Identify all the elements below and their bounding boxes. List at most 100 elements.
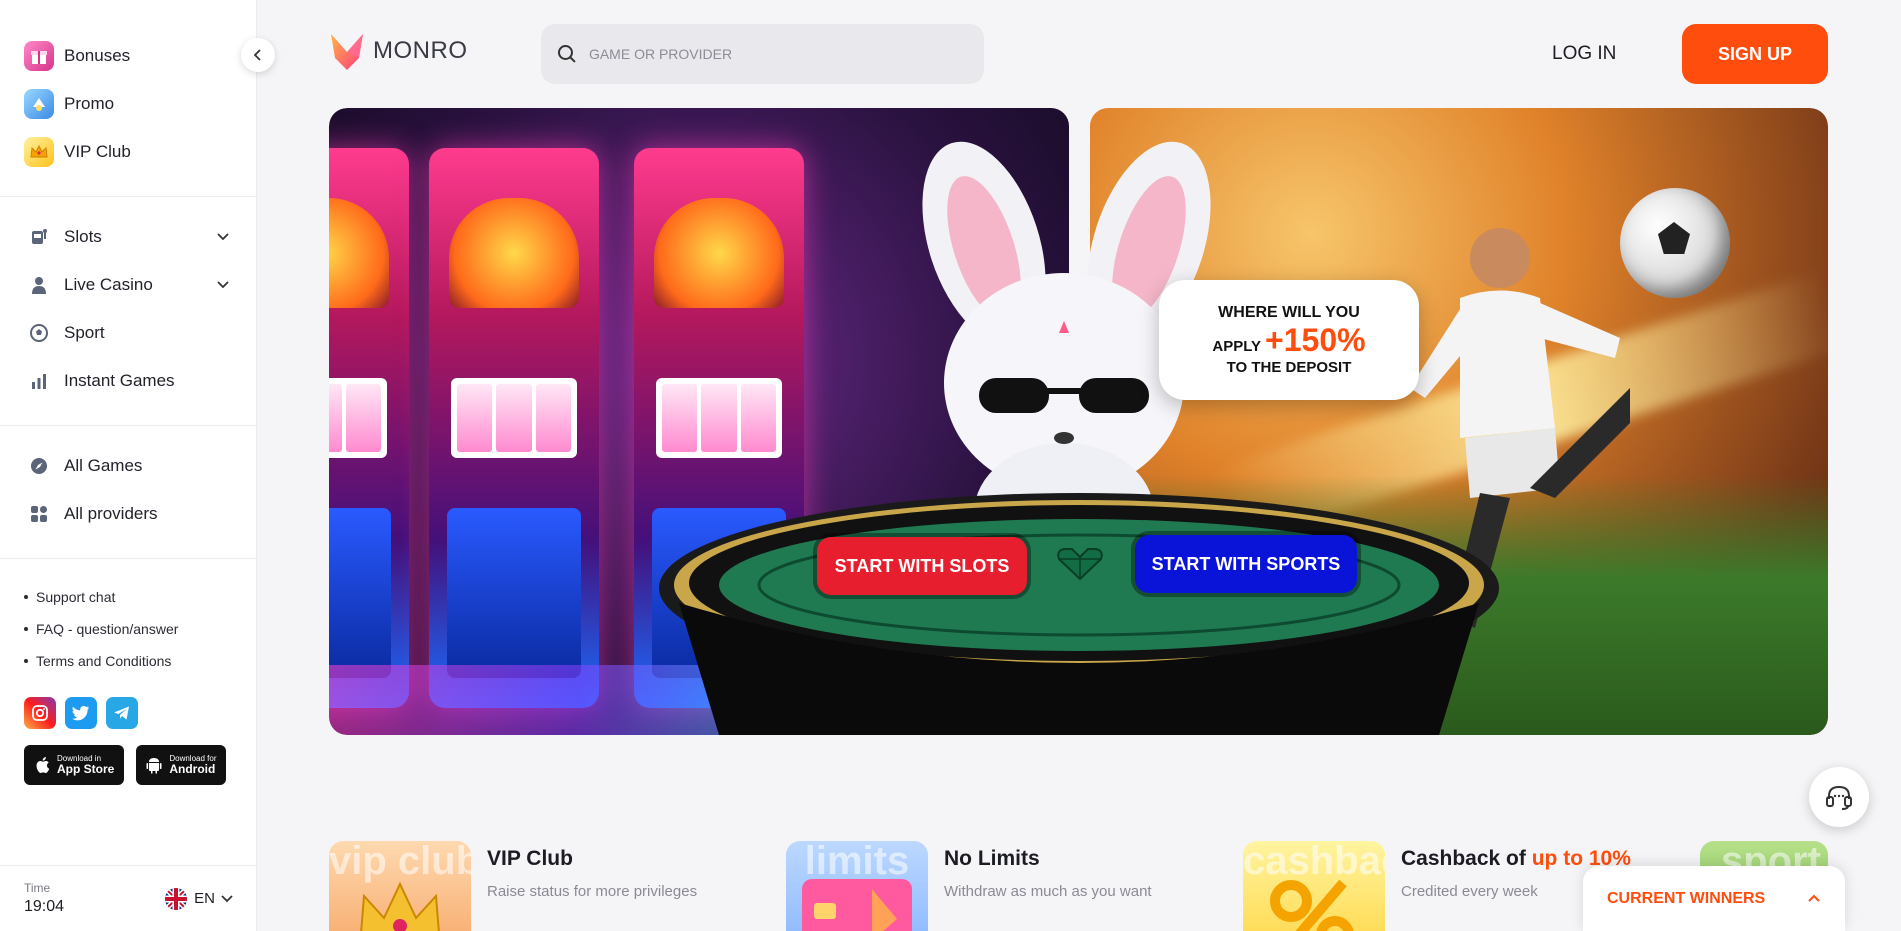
sidebar-item-vip-club[interactable]: VIP Club [24,128,232,176]
sidebar-item-all-games[interactable]: All Games [24,442,232,490]
promo-bubble: WHERE WILL YOU APPLY +150% TO THE DEPOSI… [1159,280,1419,400]
logo-text: MONRO [373,37,468,64]
chart-icon [24,366,54,396]
feature-ghost-text: cashback [1243,841,1385,883]
sidebar: Bonuses Promo VIP Club Slots Live Casino… [0,0,275,931]
link-label: FAQ - question/answer [36,621,179,637]
collapse-sidebar-button[interactable] [241,38,275,72]
sidebar-item-label: Slots [64,227,102,246]
soccer-ball-icon [24,318,54,348]
link-label: Terms and Conditions [36,653,172,669]
promo-icon [24,89,54,119]
sidebar-item-label: Promo [64,94,115,113]
sidebar-item-bonuses[interactable]: Bonuses [24,32,232,80]
compass-icon [24,451,54,481]
signup-button[interactable]: SIGN UP [1682,24,1828,84]
crown-icon [24,137,54,167]
feature-no-limits[interactable]: limits No Limits Withdraw as much as you… [786,841,1152,931]
casino-table-illustration [659,493,1499,735]
sidebar-links: Support chat FAQ - question/answer Terms… [0,559,256,677]
sidebar-item-label: All providers [64,504,158,523]
grid-icon [24,499,54,529]
search-bar[interactable] [541,24,984,84]
heart-logo-icon [1057,548,1103,581]
feature-title-text: Cashback of [1401,847,1532,870]
sidebar-item-instant-games[interactable]: Instant Games [24,357,232,405]
sidebar-item-label: Instant Games [64,371,175,390]
feature-text: VIP Club Raise status for more privilege… [487,841,697,931]
chevron-down-icon[interactable] [216,280,230,290]
feature-title-text: No Limits [944,847,1040,870]
feature-vip-club[interactable]: vip club VIP Club Raise status for more … [329,841,697,931]
feature-text: No Limits Withdraw as much as you want [944,841,1152,931]
hero-banner: WHERE WILL YOU APPLY +150% TO THE DEPOSI… [329,108,1828,735]
feature-image: vip club [329,841,471,931]
instagram-icon[interactable] [24,697,56,729]
feature-cashback[interactable]: cashback Cashback of up to 10% Credited … [1243,841,1631,931]
app-store-button[interactable]: Download in App Store [24,745,125,785]
time-label: Time [24,881,51,895]
apple-icon [36,757,50,773]
sidebar-item-label: VIP Club [64,142,131,161]
faq-link[interactable]: FAQ - question/answer [24,613,232,645]
language-selector[interactable]: EN [164,887,233,911]
promo-line-3: TO THE DEPOSIT [1226,359,1352,376]
sidebar-item-live-casino[interactable]: Live Casino [24,261,232,309]
twitter-icon[interactable] [65,697,97,729]
chevron-down-icon[interactable] [216,232,230,242]
login-button[interactable]: LOG IN [1552,40,1616,68]
chevron-up-icon [1808,894,1820,902]
current-winners-panel[interactable]: CURRENT WINNERS [1583,866,1845,931]
dealer-icon [24,270,54,300]
chevron-down-icon [221,894,233,902]
time-value: 19:04 [24,898,65,915]
sidebar-games: All Games All providers [0,426,256,558]
slot-machine-icon [24,222,54,252]
sidebar-item-label: Live Casino [64,275,153,294]
clock: Time 19:04 [24,881,64,916]
sidebar-categories: Slots Live Casino Sport Instant Games [0,197,256,425]
start-with-slots-button[interactable]: START WITH SLOTS [817,537,1027,595]
feature-title-text: VIP Club [487,847,573,870]
bullet [24,627,28,631]
support-chat-button[interactable] [1809,767,1869,827]
gift-icon [24,41,54,71]
support-chat-link[interactable]: Support chat [24,581,232,613]
feature-ghost-text: limits [804,841,910,883]
current-winners-label: CURRENT WINNERS [1607,889,1766,907]
feature-subtitle: Withdraw as much as you want [944,883,1152,900]
link-label: Support chat [36,589,116,605]
app-store-links: Download in App Store Download for Android [0,729,256,785]
crown-icon [360,881,440,931]
feature-title: VIP Club [487,847,697,871]
promo-apply-text: APPLY [1212,338,1262,355]
terms-link[interactable]: Terms and Conditions [24,645,232,677]
feature-image: limits [786,841,928,931]
search-icon [557,45,576,63]
slot-machine-illustration [329,148,409,708]
sidebar-item-label: All Games [64,456,143,475]
credit-card-icon [802,879,912,931]
sidebar-item-slots[interactable]: Slots [24,213,232,261]
android-store-button[interactable]: Download for Android [136,745,227,785]
headset-icon [1826,785,1852,810]
start-with-sports-button[interactable]: START WITH SPORTS [1135,535,1357,593]
promo-line-2: APPLY +150% [1212,322,1365,359]
sidebar-top-section: Bonuses Promo VIP Club [0,0,256,196]
telegram-icon[interactable] [106,697,138,729]
slot-machine-illustration [429,148,599,708]
sidebar-item-promo[interactable]: Promo [24,80,232,128]
sidebar-item-label: Sport [64,323,105,342]
sidebar-footer: Time 19:04 EN [0,865,257,931]
search-input[interactable] [588,46,968,62]
language-code: EN [194,890,215,907]
sidebar-item-all-providers[interactable]: All providers [24,490,232,538]
feature-image: cashback [1243,841,1385,931]
sidebar-item-sport[interactable]: Sport [24,309,232,357]
feature-title: No Limits [944,847,1152,871]
logo[interactable]: MONRO [329,30,468,72]
sidebar-item-label: Bonuses [64,46,131,65]
monro-logo-icon [331,34,363,70]
promo-line-1: WHERE WILL YOU [1218,304,1360,321]
feature-subtitle: Raise status for more privileges [487,883,698,900]
